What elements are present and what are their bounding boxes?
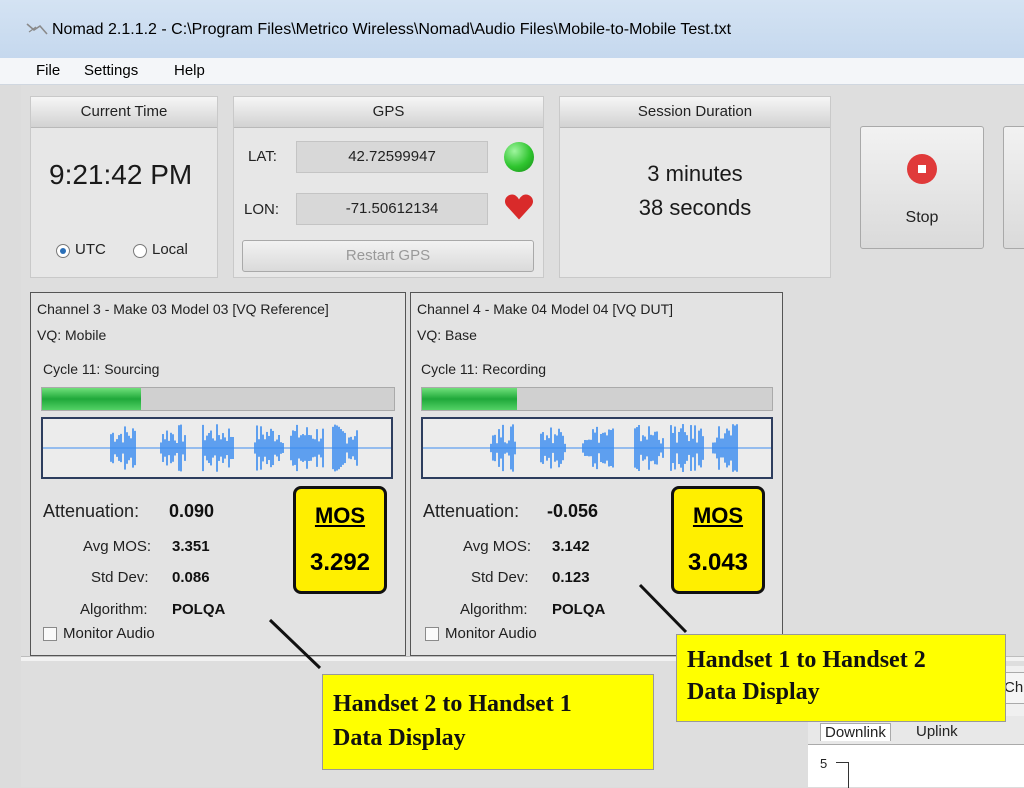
right-callout-line2: Data Display bbox=[687, 679, 820, 705]
right-callout: Handset 1 to Handset 2 Data Display bbox=[676, 634, 1006, 722]
left-callout-line2: Data Display bbox=[333, 725, 466, 751]
left-callout-line1: Handset 2 to Handset 1 bbox=[333, 691, 572, 717]
app-window: Nomad 2.1.1.2 - C:\Program Files\Metrico… bbox=[0, 0, 1024, 788]
left-callout: Handset 2 to Handset 1 Data Display bbox=[322, 674, 654, 770]
left-callout-leader bbox=[268, 618, 322, 670]
right-callout-line1: Handset 1 to Handset 2 bbox=[687, 647, 926, 673]
right-callout-leader bbox=[638, 583, 688, 634]
